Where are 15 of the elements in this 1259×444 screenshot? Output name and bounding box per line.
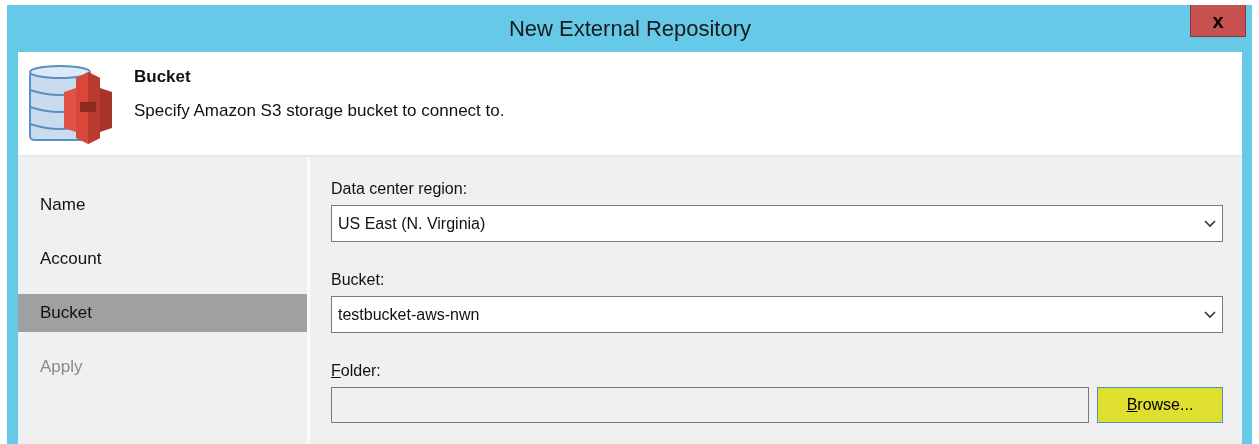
close-button[interactable]: x [1190, 5, 1246, 37]
field-label: Folder: [331, 361, 382, 381]
chevron-down-icon [1204, 310, 1216, 319]
field-label: Bucket: [331, 270, 386, 290]
wizard-step[interactable]: Account [18, 232, 307, 286]
page-title: Bucket [134, 66, 192, 88]
dropdown[interactable]: US East (N. Virginia) [331, 205, 1223, 242]
page-description: Specify Amazon S3 storage bucket to connect to. [134, 99, 505, 122]
wizard-step[interactable]: Bucket [18, 294, 307, 332]
window-title: New External Repository [508, 15, 752, 43]
wizard-step[interactable]: Name [18, 178, 307, 232]
browse-button[interactable]: Browse... [1097, 387, 1223, 423]
dropdown[interactable]: testbucket-aws-nwn [331, 296, 1223, 333]
chevron-down-icon [1204, 219, 1216, 228]
field-label: Data center region: [331, 179, 469, 199]
